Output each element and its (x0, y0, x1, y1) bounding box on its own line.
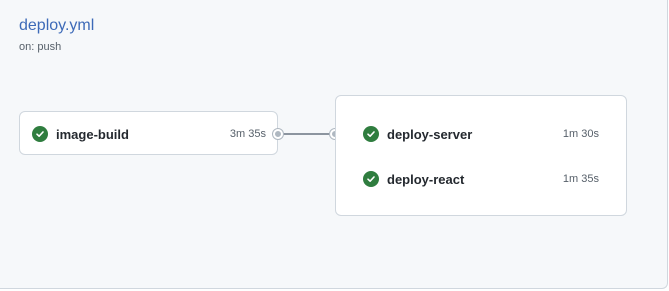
check-circle-icon (32, 126, 48, 142)
job-group-card-deploy: deploy-server 1m 30s deploy-react 1m 35s (335, 95, 627, 216)
job-row[interactable]: deploy-server 1m 30s (363, 122, 599, 146)
job-card-image-build: image-build 3m 35s (19, 111, 278, 155)
job-duration: 3m 35s (229, 128, 266, 140)
job-name: deploy-react (387, 171, 465, 187)
workflow-graph-panel: deploy.yml on: push image-build 3m 35s d… (0, 0, 668, 289)
stage-connector (278, 133, 336, 135)
job-name: image-build (56, 126, 129, 142)
job-duration: 1m 35s (562, 173, 599, 185)
job-name: deploy-server (387, 126, 473, 142)
job-row[interactable]: deploy-react 1m 35s (363, 167, 599, 191)
workflow-title-link[interactable]: deploy.yml (19, 16, 94, 36)
workflow-trigger: on: push (19, 41, 62, 53)
check-circle-icon (363, 126, 379, 142)
job-duration: 1m 30s (562, 128, 599, 140)
check-circle-icon (363, 171, 379, 187)
connector-node-out (273, 129, 283, 139)
job-row[interactable]: image-build 3m 35s (32, 122, 266, 146)
